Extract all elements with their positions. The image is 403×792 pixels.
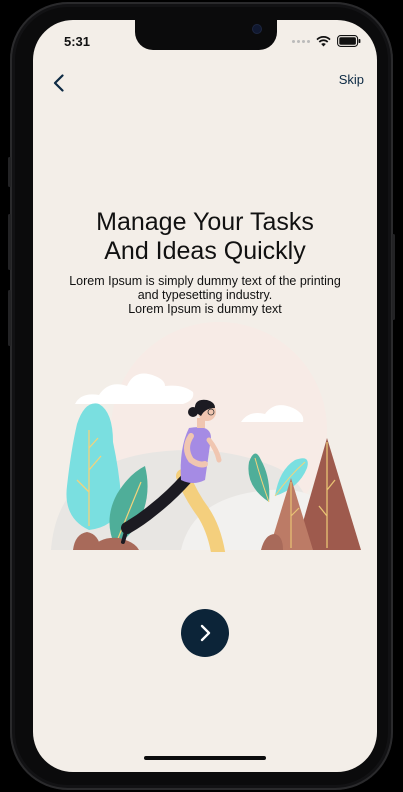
status-time: 5:31 xyxy=(64,34,91,49)
title-line: And Ideas Quickly xyxy=(104,237,306,265)
onboarding-title: Manage Your Tasks And Ideas Quickly xyxy=(33,208,377,266)
volume-up-button xyxy=(8,214,11,270)
chevron-left-icon xyxy=(53,74,64,92)
description-line: and typesetting industry. xyxy=(137,288,273,302)
back-button[interactable] xyxy=(45,70,73,96)
mute-switch xyxy=(8,157,11,187)
title-line: Manage Your Tasks xyxy=(96,208,314,236)
screen: 5:31 Skip Manage Your Tasks And Ideas Qu… xyxy=(33,20,377,772)
battery-icon xyxy=(337,35,361,47)
signal-icon xyxy=(292,39,310,43)
chevron-right-icon xyxy=(200,624,211,642)
front-camera xyxy=(253,25,261,33)
running-woman-illustration xyxy=(51,322,361,552)
description-line: Lorem Ipsum is simply dummy text of the … xyxy=(69,274,341,288)
power-button xyxy=(392,234,395,320)
volume-down-button xyxy=(8,290,11,346)
onboarding-description: Lorem Ipsum is simply dummy text of the … xyxy=(53,274,357,316)
next-button[interactable] xyxy=(181,609,229,657)
skip-button[interactable]: Skip xyxy=(339,72,364,87)
notch xyxy=(135,20,277,50)
home-indicator[interactable] xyxy=(144,756,266,760)
status-icons xyxy=(292,35,361,47)
description-line: Lorem Ipsum is dummy text xyxy=(128,302,282,316)
wifi-icon xyxy=(316,35,331,46)
